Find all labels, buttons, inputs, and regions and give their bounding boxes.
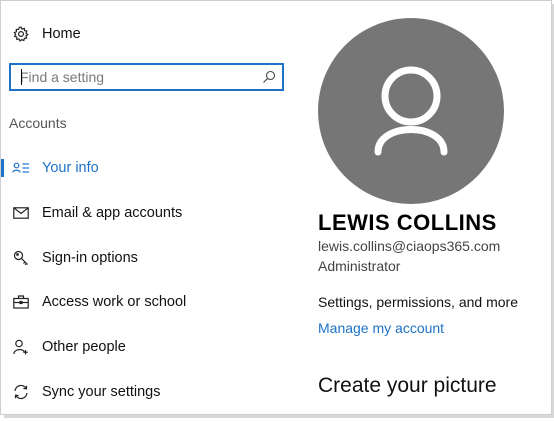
sidebar-item-sign-in-options[interactable]: Sign-in options	[0, 243, 300, 273]
sidebar-item-label: Sync your settings	[42, 384, 161, 400]
settings-note: Settings, permissions, and more	[318, 294, 518, 310]
main-content: LEWIS COLLINS lewis.collins@ciaops365.co…	[300, 0, 552, 415]
home-label: Home	[42, 26, 81, 42]
sync-icon	[12, 383, 30, 401]
section-title-accounts: Accounts	[9, 115, 67, 131]
search-icon[interactable]	[262, 70, 276, 84]
person-card-icon	[12, 159, 30, 177]
sidebar-item-label: Access work or school	[42, 294, 187, 310]
create-picture-heading: Create your picture	[318, 374, 497, 397]
sidebar-item-label: Other people	[42, 339, 126, 355]
manage-account-link[interactable]: Manage my account	[318, 320, 444, 336]
search-input[interactable]	[11, 65, 256, 89]
sidebar-item-your-info[interactable]: Your info	[0, 153, 300, 183]
sidebar-item-label: Email & app accounts	[42, 205, 183, 221]
home-nav-item[interactable]: Home	[12, 22, 81, 46]
active-indicator	[1, 159, 4, 177]
text-caret	[21, 69, 22, 85]
gear-icon	[12, 25, 30, 43]
sidebar-item-access-work-school[interactable]: Access work or school	[0, 287, 300, 317]
sidebar: Home Accounts	[0, 0, 300, 415]
user-email: lewis.collins@ciaops365.com	[318, 238, 501, 254]
sidebar-item-label: Your info	[42, 160, 99, 176]
window-shadow-bottom	[4, 415, 554, 418]
sidebar-item-other-people[interactable]: Other people	[0, 332, 300, 362]
key-icon	[12, 249, 30, 267]
user-role: Administrator	[318, 258, 401, 274]
envelope-icon	[12, 204, 30, 222]
search-box[interactable]	[9, 63, 284, 91]
user-name: LEWIS COLLINS	[318, 210, 497, 235]
sidebar-item-email-app-accounts[interactable]: Email & app accounts	[0, 198, 300, 228]
user-avatar	[318, 18, 504, 204]
user-silhouette-icon	[374, 66, 448, 156]
briefcase-icon	[12, 293, 30, 311]
sidebar-item-label: Sign-in options	[42, 250, 138, 266]
sidebar-item-sync-settings[interactable]: Sync your settings	[0, 377, 300, 407]
person-add-icon	[12, 338, 30, 356]
